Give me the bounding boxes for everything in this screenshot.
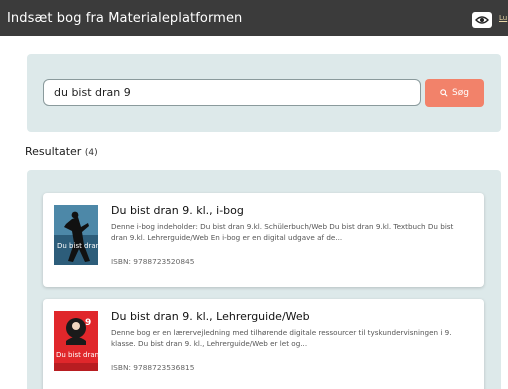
results-panel: Du bist dran Du bist dran 9. kl., i-bog … bbox=[27, 170, 501, 389]
cover-title: Du bist dran bbox=[56, 351, 98, 359]
cover-badge: 9 bbox=[85, 318, 91, 328]
results-count: (4) bbox=[84, 148, 98, 158]
results-heading-label: Resultater bbox=[25, 145, 82, 158]
result-card[interactable]: 9 Du bist dran Du bist dran 9. kl., Lehr… bbox=[43, 299, 484, 389]
result-isbn: ISBN: 9788723520845 bbox=[111, 257, 195, 266]
result-title[interactable]: Du bist dran 9. kl., i-bog bbox=[111, 204, 244, 217]
result-description: Denne i-bog indeholder: Du bist dran 9.k… bbox=[111, 222, 454, 242]
close-link[interactable]: Lu bbox=[499, 14, 507, 22]
eye-icon[interactable] bbox=[472, 12, 492, 28]
search-button-label: Søg bbox=[452, 88, 469, 98]
result-description: Denne bog er en lærervejledning med tilh… bbox=[111, 328, 452, 348]
search-panel: Søg bbox=[27, 54, 501, 132]
result-isbn: ISBN: 9788723536815 bbox=[111, 363, 195, 372]
result-card[interactable]: Du bist dran Du bist dran 9. kl., i-bog … bbox=[43, 193, 484, 287]
search-input[interactable] bbox=[43, 79, 421, 106]
cover-title: Du bist dran bbox=[57, 242, 98, 250]
book-cover-image: Du bist dran bbox=[54, 205, 98, 265]
dialog-title: Indsæt bog fra Materialeplatformen bbox=[7, 10, 243, 26]
search-button[interactable]: Søg bbox=[425, 79, 484, 107]
results-heading: Resultater (4) bbox=[25, 145, 98, 158]
title-bar: Indsæt bog fra Materialeplatformen Lu bbox=[0, 0, 508, 36]
search-icon bbox=[440, 89, 448, 97]
result-title[interactable]: Du bist dran 9. kl., Lehrerguide/Web bbox=[111, 310, 310, 323]
book-cover-image: 9 Du bist dran bbox=[54, 311, 98, 371]
